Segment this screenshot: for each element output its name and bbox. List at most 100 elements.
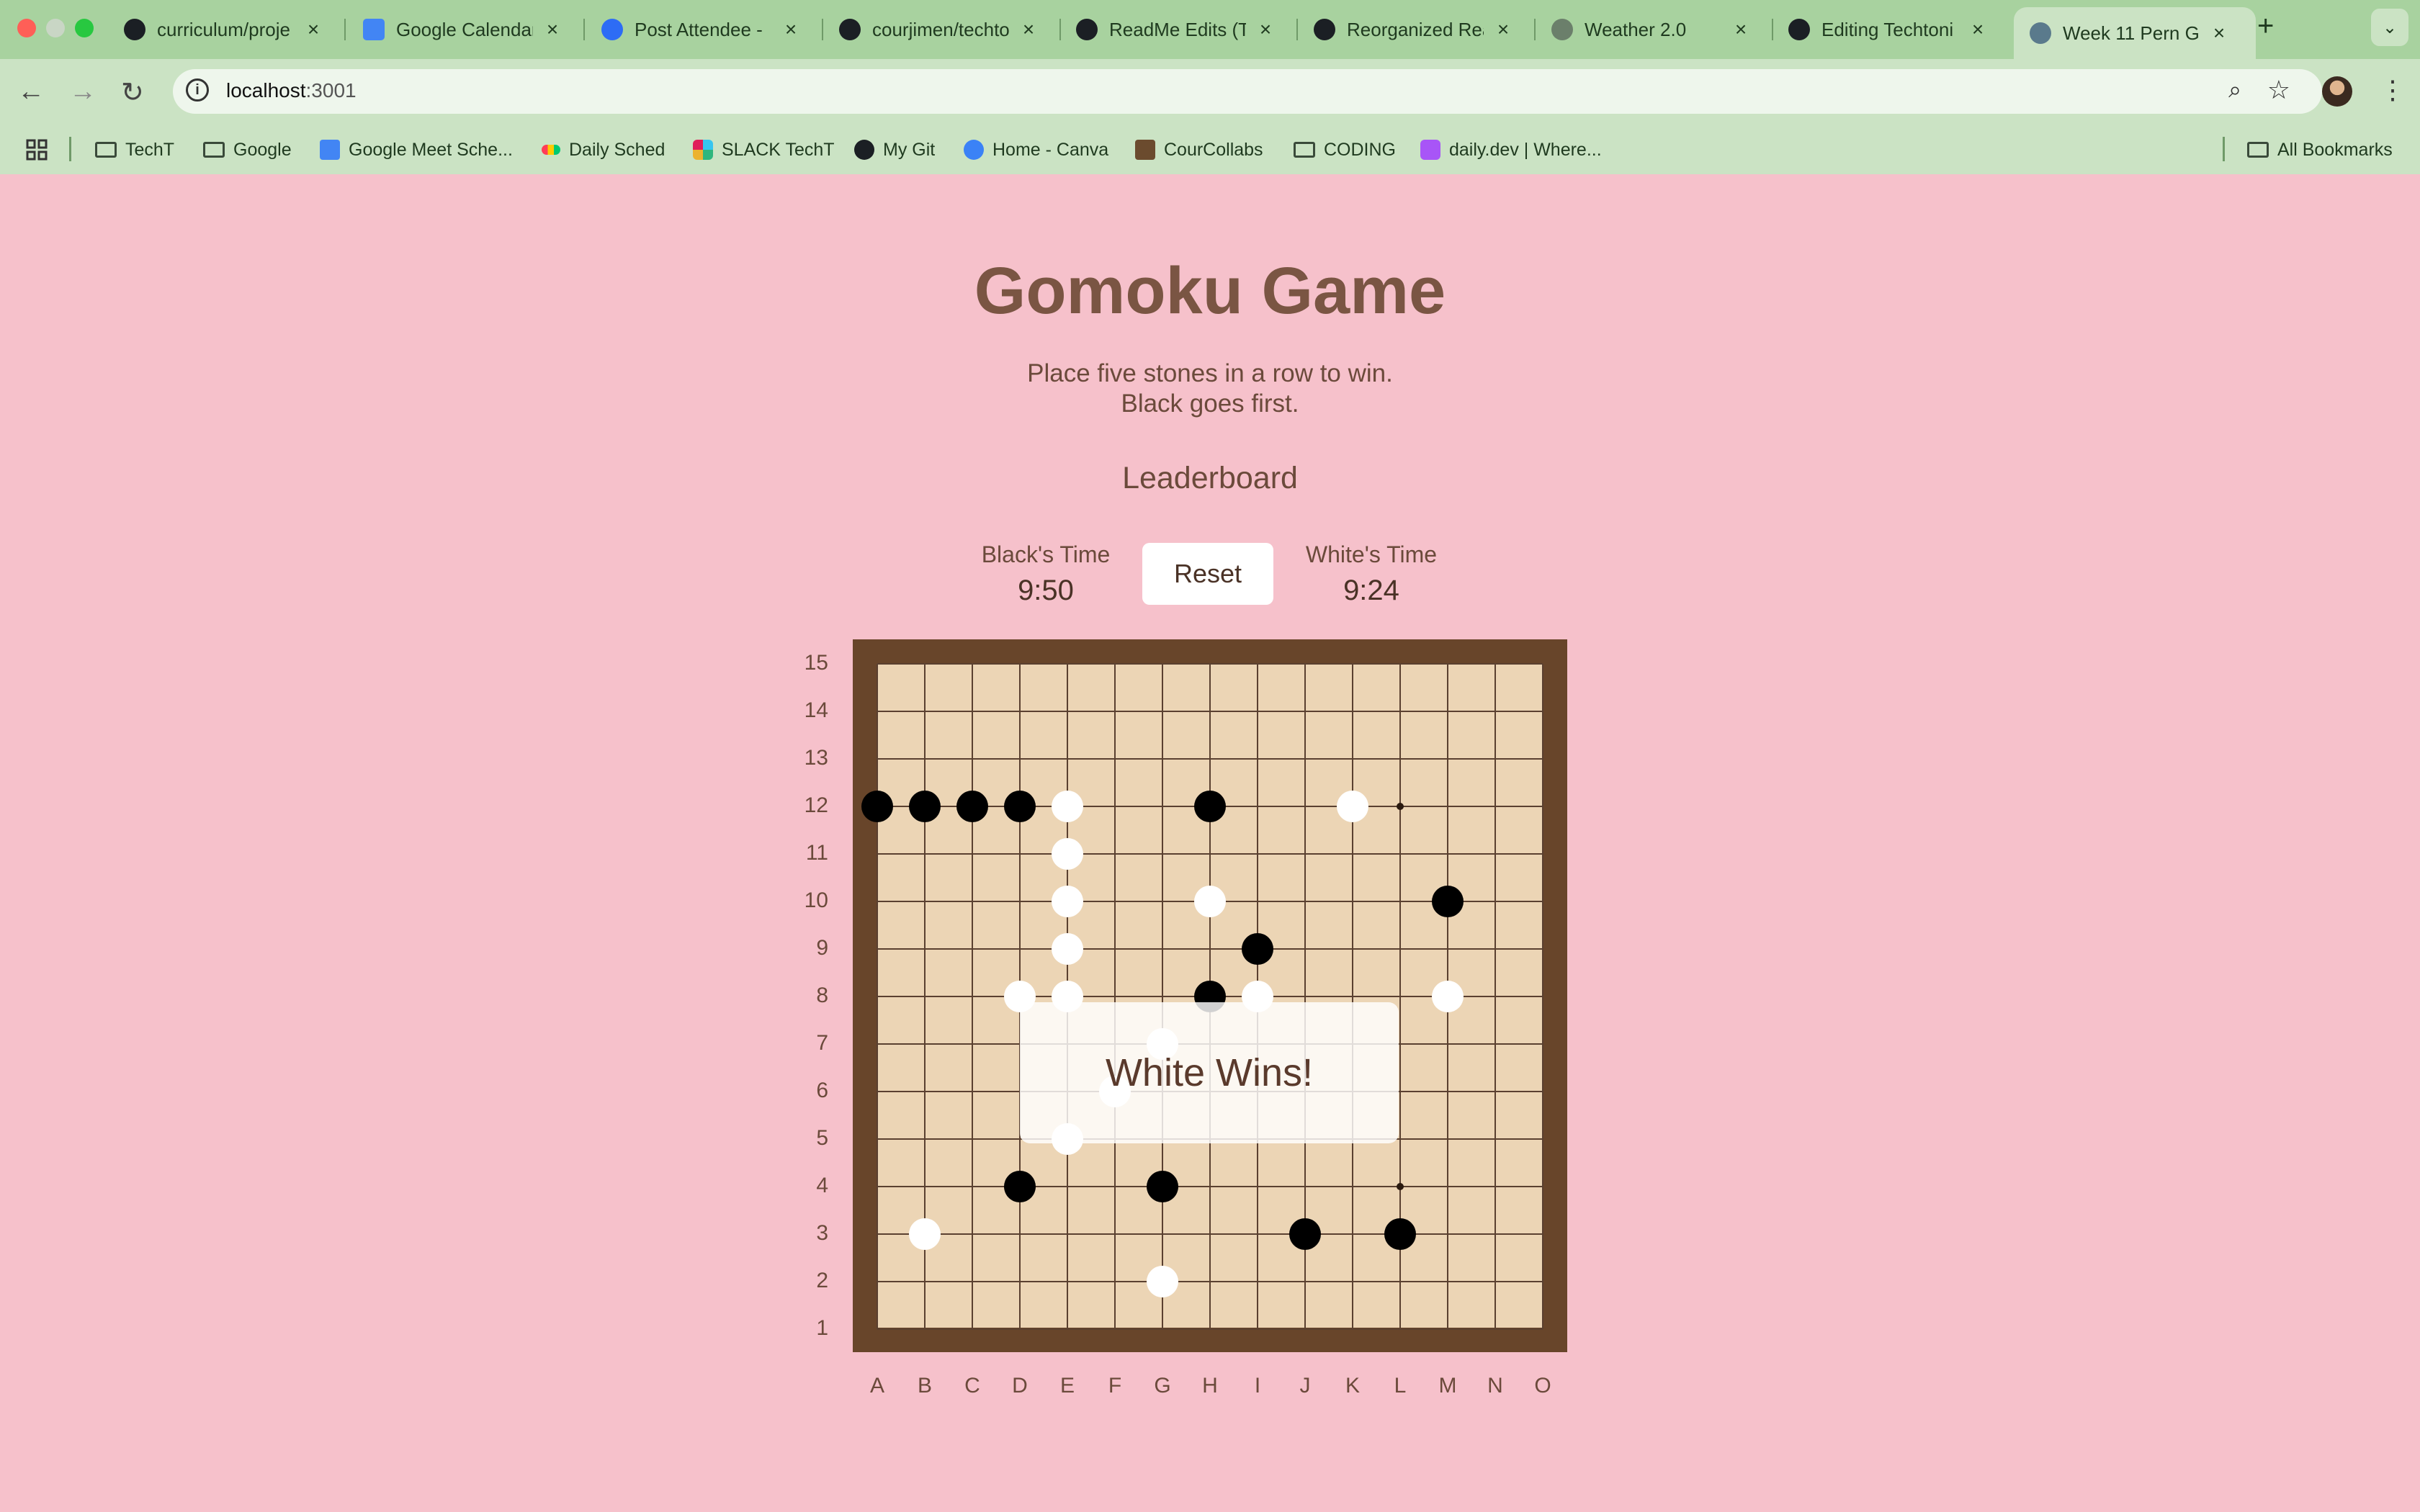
bookmark-divider	[2223, 137, 2225, 161]
column-label: M	[1438, 1374, 1457, 1398]
column-label: N	[1487, 1374, 1503, 1398]
bookmark-star-icon[interactable]: ☆	[2267, 75, 2290, 105]
github-icon	[124, 19, 145, 40]
column-label: D	[1012, 1374, 1028, 1398]
tab-title: Weather 2.0	[1585, 18, 1687, 40]
row-label: 11	[805, 841, 828, 865]
row-label: 12	[804, 793, 828, 817]
folder-icon	[203, 142, 225, 158]
column-label: B	[917, 1374, 932, 1398]
forward-button[interactable]: →	[69, 76, 97, 107]
forward-arrow-icon: →	[69, 76, 97, 107]
tab-title: Week 11 Pern Ga	[2063, 22, 2200, 44]
apps-grid-icon	[26, 139, 48, 161]
address-bar[interactable]: i localhost:3001 ⌕ ☆	[173, 69, 2322, 114]
browser-tab[interactable]: courjimen/techto ×	[823, 7, 1061, 52]
github-icon	[1076, 19, 1098, 40]
white-stone	[1194, 886, 1226, 917]
browser-tab[interactable]: Week 11 Pern Ga ×	[2014, 7, 2256, 59]
close-tab-icon[interactable]: ×	[2208, 22, 2230, 45]
leaderboard-link[interactable]: Leaderboard	[0, 461, 2420, 496]
row-label: 4	[816, 1174, 828, 1197]
white-stone	[1052, 791, 1083, 822]
row-label: 8	[816, 984, 828, 1007]
winner-text: White Wins!	[1105, 1051, 1314, 1094]
close-tab-icon[interactable]: ×	[1730, 18, 1752, 41]
white-stone	[1052, 838, 1083, 870]
bookmark-label: My Git	[883, 139, 936, 160]
row-label: 2	[816, 1269, 828, 1292]
browser-tab[interactable]: Google Calendar ×	[347, 7, 585, 52]
tab-title: Post Attendee -	[635, 18, 763, 40]
close-tab-icon[interactable]: ×	[780, 18, 802, 41]
bookmark-item[interactable]: My Git	[854, 135, 935, 164]
row-label: 10	[804, 888, 828, 912]
white-stone	[1147, 1266, 1178, 1297]
chevron-down-icon: ⌄	[2382, 17, 2398, 37]
zoom-icon[interactable]: ⌕	[2228, 76, 2241, 104]
column-label: K	[1345, 1374, 1360, 1398]
browser-tab[interactable]: Post Attendee - ×	[586, 7, 823, 52]
bookmark-item[interactable]: Google	[203, 135, 292, 164]
column-label: G	[1154, 1374, 1171, 1398]
site-info-icon[interactable]: i	[186, 78, 209, 102]
profile-avatar[interactable]	[2322, 76, 2352, 107]
bookmark-label: SLACK TechT	[722, 139, 835, 160]
browser-menu-button[interactable]: ⋮	[2380, 75, 2406, 105]
tab-separator	[344, 19, 346, 40]
game-description: Place five stones in a row to win. Black…	[0, 359, 2420, 419]
bookmark-item[interactable]: Google Meet Sche...	[320, 135, 513, 164]
bookmark-label: Daily Sched	[569, 139, 666, 160]
bookmark-item[interactable]: TechT	[95, 135, 174, 164]
browser-tab[interactable]: Weather 2.0 ×	[1536, 7, 1773, 52]
reload-button[interactable]: ↻	[121, 76, 144, 109]
bookmark-item[interactable]: CourCollabs	[1135, 135, 1263, 164]
folder-icon	[2247, 142, 2269, 158]
bookmark-label: daily.dev | Where...	[1449, 139, 1602, 160]
back-button[interactable]: ←	[17, 76, 45, 107]
winner-message: White Wins!	[1020, 1002, 1399, 1143]
close-tab-icon[interactable]: ×	[542, 18, 563, 41]
bookmark-item[interactable]: CODING	[1294, 135, 1396, 164]
minimize-window-button[interactable]	[46, 19, 65, 37]
game-board[interactable]	[853, 639, 1567, 1352]
browser-tab[interactable]: curriculum/proje ×	[108, 7, 346, 52]
black-stone	[1242, 933, 1273, 965]
new-tab-button[interactable]: +	[2257, 10, 2274, 42]
close-tab-icon[interactable]: ×	[1492, 18, 1514, 41]
column-label: J	[1299, 1374, 1311, 1398]
bookmark-item[interactable]: daily.dev | Where...	[1420, 135, 1602, 164]
bookmark-item[interactable]: Daily Sched	[542, 135, 665, 164]
close-tab-icon[interactable]: ×	[1018, 18, 1039, 41]
bookmark-item[interactable]: Home - Canva	[964, 135, 1108, 164]
bookmark-divider	[69, 137, 71, 161]
maximize-window-button[interactable]	[75, 19, 94, 37]
all-bookmarks-button[interactable]: All Bookmarks	[2247, 135, 2393, 164]
tab-search-button[interactable]: ⌄	[2371, 9, 2408, 46]
column-label: E	[1059, 1374, 1075, 1398]
browser-tab[interactable]: Editing Techtoni ×	[1773, 7, 2010, 52]
board-grid[interactable]	[853, 639, 1567, 1352]
black-stone	[1147, 1171, 1178, 1202]
close-tab-icon[interactable]: ×	[1967, 18, 1989, 41]
close-window-button[interactable]	[17, 19, 36, 37]
tab-title: Editing Techtoni	[1821, 18, 1954, 40]
star-point	[1397, 1183, 1404, 1190]
url-text[interactable]: localhost:3001	[226, 79, 357, 102]
apps-button[interactable]	[26, 135, 48, 164]
bookmark-label: CourCollabs	[1164, 139, 1263, 160]
row-label: 13	[804, 746, 828, 770]
reset-button[interactable]: Reset	[1142, 543, 1273, 605]
globe-icon	[1551, 19, 1573, 40]
close-tab-icon[interactable]: ×	[302, 18, 324, 41]
tab-title: Google Calendar	[396, 18, 533, 40]
browser-tab[interactable]: ReadMe Edits (T ×	[1060, 7, 1298, 52]
black-stone	[956, 791, 988, 822]
description-line-1: Place five stones in a row to win.	[1027, 359, 1393, 387]
black-stone	[1384, 1218, 1416, 1250]
bookmark-item[interactable]: SLACK TechT	[693, 135, 835, 164]
tab-title: ReadMe Edits (T	[1109, 18, 1246, 40]
browser-tab[interactable]: Reorganized Rea ×	[1298, 7, 1536, 52]
zoom-icon	[601, 19, 623, 40]
close-tab-icon[interactable]: ×	[1255, 18, 1276, 41]
